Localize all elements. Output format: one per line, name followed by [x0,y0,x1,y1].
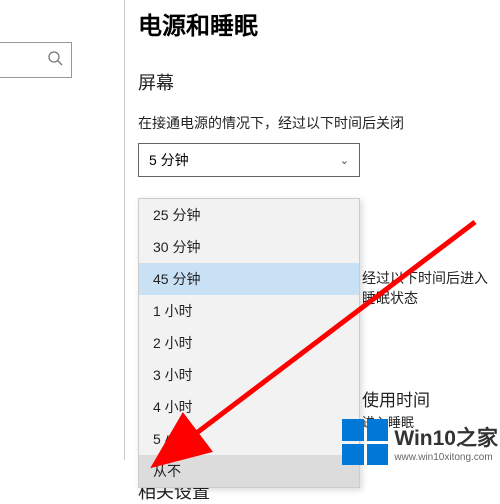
section-screen-title: 屏幕 [138,69,500,95]
watermark: Win10之家 www.win10xitong.com [342,419,498,465]
sidebar [0,0,125,460]
dropdown-option-label: 30 分钟 [153,237,200,257]
dropdown-option[interactable]: 3 小时 [139,359,359,391]
sleep-select-dropdown: 25 分钟 30 分钟 45 分钟 1 小时 2 小时 3 小时 4 小时 5 … [138,198,360,488]
watermark-text: Win10之家 [394,422,498,452]
dropdown-option[interactable]: 2 小时 [139,327,359,359]
dropdown-option-label: 5 小时 [153,429,193,449]
windows-logo-icon [342,419,388,465]
dropdown-option[interactable]: 30 分钟 [139,231,359,263]
dropdown-option-selected[interactable]: 45 分钟 [139,263,359,295]
watermark-url: www.win10xitong.com [394,452,498,463]
dropdown-option[interactable]: 25 分钟 [139,199,359,231]
dropdown-option-label: 25 分钟 [153,205,200,225]
screen-off-select-value: 5 分钟 [149,150,189,170]
search-icon [47,50,63,70]
screen-off-label: 在接通电源的情况下，经过以下时间后关闭 [138,113,500,133]
dropdown-option-label: 4 小时 [153,397,193,417]
usage-time-heading: 使用时间 [362,386,430,411]
dropdown-option-label: 3 小时 [153,365,193,385]
dropdown-option[interactable]: 1 小时 [139,295,359,327]
chevron-down-icon: ⌄ [340,154,349,167]
screen-off-select[interactable]: 5 分钟 ⌄ [138,143,360,177]
page-title: 电源和睡眠 [138,6,500,41]
search-input[interactable] [0,42,72,78]
dropdown-option-hover[interactable]: 从不 [139,455,359,487]
dropdown-option[interactable]: 5 小时 [139,423,359,455]
content-area: 电源和睡眠 屏幕 在接通电源的情况下，经过以下时间后关闭 5 分钟 ⌄ [138,0,500,177]
dropdown-option-label: 从不 [153,461,181,481]
dropdown-option-label: 45 分钟 [153,269,200,289]
dropdown-option-label: 1 小时 [153,301,193,321]
dropdown-option-label: 2 小时 [153,333,193,353]
sleep-label-partial: 经过以下时间后进入睡眠状态 [362,268,500,308]
dropdown-option[interactable]: 4 小时 [139,391,359,423]
